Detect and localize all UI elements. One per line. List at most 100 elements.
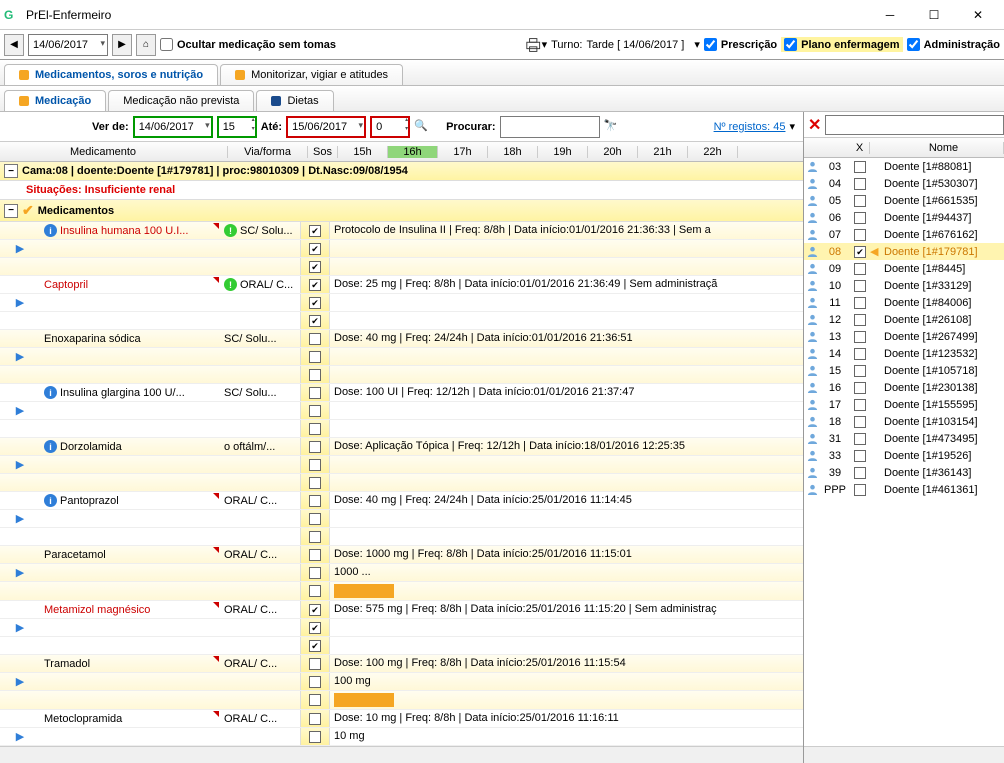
info-icon[interactable]: i: [44, 494, 57, 507]
tab-nao-prevista[interactable]: Medicação não prevista: [108, 90, 254, 111]
sos-checkbox[interactable]: [309, 658, 321, 670]
col-hour[interactable]: 18h: [488, 146, 538, 158]
patient-list-item[interactable]: 14Doente [1#123532]: [804, 345, 1004, 362]
horizontal-scrollbar[interactable]: [0, 746, 803, 763]
minimize-button[interactable]: ─: [868, 1, 912, 29]
medication-row[interactable]: ▶: [0, 348, 803, 366]
medication-row[interactable]: [0, 258, 803, 276]
sos-checkbox[interactable]: [309, 405, 321, 417]
grid-body[interactable]: − Cama:08 | doente:Doente [1#179781] | p…: [0, 162, 803, 746]
patient-list-item[interactable]: 33Doente [1#19526]: [804, 447, 1004, 464]
tab-monitorizar[interactable]: Monitorizar, vigiar e atitudes: [220, 64, 403, 85]
select-checkbox[interactable]: [850, 161, 870, 173]
plano-checkbox[interactable]: Plano enfermagem: [781, 37, 902, 52]
medication-row[interactable]: TramadolORAL/ C...Dose: 100 mg | Freq: 8…: [0, 655, 803, 673]
tab-dietas[interactable]: Dietas: [256, 90, 333, 111]
search-icon[interactable]: 🔍: [414, 119, 430, 135]
sos-checkbox[interactable]: [309, 513, 321, 525]
patient-list[interactable]: 03Doente [1#88081]04Doente [1#530307]05D…: [804, 158, 1004, 746]
medication-row[interactable]: iInsulina humana 100 U.I...!SC/ Solu...P…: [0, 222, 803, 240]
patient-list-item[interactable]: 05Doente [1#661535]: [804, 192, 1004, 209]
record-count-link[interactable]: Nº registos: 45: [714, 121, 786, 133]
collapse-icon[interactable]: −: [4, 164, 18, 178]
sos-checkbox[interactable]: [309, 676, 321, 688]
select-checkbox[interactable]: [850, 484, 870, 496]
medication-row[interactable]: ▶1000 ...: [0, 564, 803, 582]
expand-icon[interactable]: ▶: [16, 350, 24, 363]
patient-list-item[interactable]: 04Doente [1#530307]: [804, 175, 1004, 192]
expand-icon[interactable]: ▶: [16, 566, 24, 579]
medication-row[interactable]: MetoclopramidaORAL/ C...Dose: 10 mg | Fr…: [0, 710, 803, 728]
expand-icon[interactable]: ▶: [16, 675, 24, 688]
patient-list-item[interactable]: 09Doente [1#8445]: [804, 260, 1004, 277]
medication-row[interactable]: [0, 420, 803, 438]
col-medicamento[interactable]: Medicamento: [20, 146, 228, 158]
medication-row[interactable]: [0, 691, 803, 710]
select-checkbox[interactable]: [850, 178, 870, 190]
medication-row[interactable]: ▶: [0, 240, 803, 258]
administracao-checkbox[interactable]: Administração: [907, 38, 1000, 51]
patient-list-item[interactable]: 08◀Doente [1#179781]: [804, 243, 1004, 260]
tab-medicacao[interactable]: Medicação: [4, 90, 106, 111]
binoculars-icon[interactable]: 🔭: [604, 119, 620, 135]
col-hour[interactable]: 22h: [688, 146, 738, 158]
close-button[interactable]: ✕: [956, 1, 1000, 29]
select-checkbox[interactable]: [850, 433, 870, 445]
sos-checkbox[interactable]: [309, 351, 321, 363]
patient-search-input[interactable]: [825, 115, 1004, 135]
expand-icon[interactable]: ▶: [16, 512, 24, 525]
info-icon[interactable]: i: [44, 440, 57, 453]
next-date-button[interactable]: ▶: [112, 34, 132, 56]
sos-checkbox[interactable]: [309, 261, 321, 273]
sos-checkbox[interactable]: [309, 333, 321, 345]
medication-row[interactable]: [0, 637, 803, 655]
tab-medicamentos[interactable]: Medicamentos, soros e nutrição: [4, 64, 218, 85]
sos-checkbox[interactable]: [309, 459, 321, 471]
sos-checkbox[interactable]: [309, 315, 321, 327]
sos-checkbox[interactable]: [309, 387, 321, 399]
select-checkbox[interactable]: [850, 195, 870, 207]
expand-icon[interactable]: ▶: [16, 404, 24, 417]
select-checkbox[interactable]: [850, 331, 870, 343]
sos-checkbox[interactable]: [309, 531, 321, 543]
sos-checkbox[interactable]: [309, 225, 321, 237]
medication-row[interactable]: Metamizol magnésicoORAL/ C...Dose: 575 m…: [0, 601, 803, 619]
col-nome[interactable]: Nome: [884, 142, 1004, 154]
sos-checkbox[interactable]: [309, 495, 321, 507]
patient-list-item[interactable]: 06Doente [1#94437]: [804, 209, 1004, 226]
col-hour[interactable]: 16h: [388, 146, 438, 158]
sos-checkbox[interactable]: [309, 477, 321, 489]
select-checkbox[interactable]: [850, 297, 870, 309]
patient-list-item[interactable]: 11Doente [1#84006]: [804, 294, 1004, 311]
sos-checkbox[interactable]: [309, 369, 321, 381]
medication-row[interactable]: Captopril!ORAL/ C...Dose: 25 mg | Freq: …: [0, 276, 803, 294]
sos-checkbox[interactable]: [309, 297, 321, 309]
prescricao-checkbox[interactable]: Prescrição: [704, 38, 777, 51]
horizontal-scrollbar[interactable]: [804, 746, 1004, 763]
medication-row[interactable]: [0, 582, 803, 601]
sos-checkbox[interactable]: [309, 604, 321, 616]
select-checkbox[interactable]: [850, 314, 870, 326]
sos-checkbox[interactable]: [309, 441, 321, 453]
col-hour[interactable]: 20h: [588, 146, 638, 158]
hour-from-input[interactable]: [217, 116, 257, 138]
medication-row[interactable]: iPantoprazolORAL/ C...Dose: 40 mg | Freq…: [0, 492, 803, 510]
col-hour[interactable]: 15h: [338, 146, 388, 158]
medication-row[interactable]: [0, 366, 803, 384]
medication-row[interactable]: ▶: [0, 619, 803, 637]
hide-no-doses-checkbox[interactable]: Ocultar medicação sem tomas: [160, 38, 336, 51]
medication-row[interactable]: ▶10 mg: [0, 728, 803, 746]
patient-list-item[interactable]: 13Doente [1#267499]: [804, 328, 1004, 345]
medication-row[interactable]: [0, 528, 803, 546]
medication-row[interactable]: ▶: [0, 402, 803, 420]
patient-list-item[interactable]: 03Doente [1#88081]: [804, 158, 1004, 175]
dropdown-icon[interactable]: ▾: [789, 120, 795, 133]
medication-row[interactable]: iInsulina glargina 100 U/...SC/ Solu...D…: [0, 384, 803, 402]
select-checkbox[interactable]: [850, 365, 870, 377]
col-sos[interactable]: Sos: [308, 146, 338, 158]
medication-row[interactable]: ▶: [0, 294, 803, 312]
sos-checkbox[interactable]: [309, 622, 321, 634]
warning-icon[interactable]: !: [224, 278, 237, 291]
date-from-input[interactable]: [133, 116, 213, 138]
select-checkbox[interactable]: [850, 382, 870, 394]
